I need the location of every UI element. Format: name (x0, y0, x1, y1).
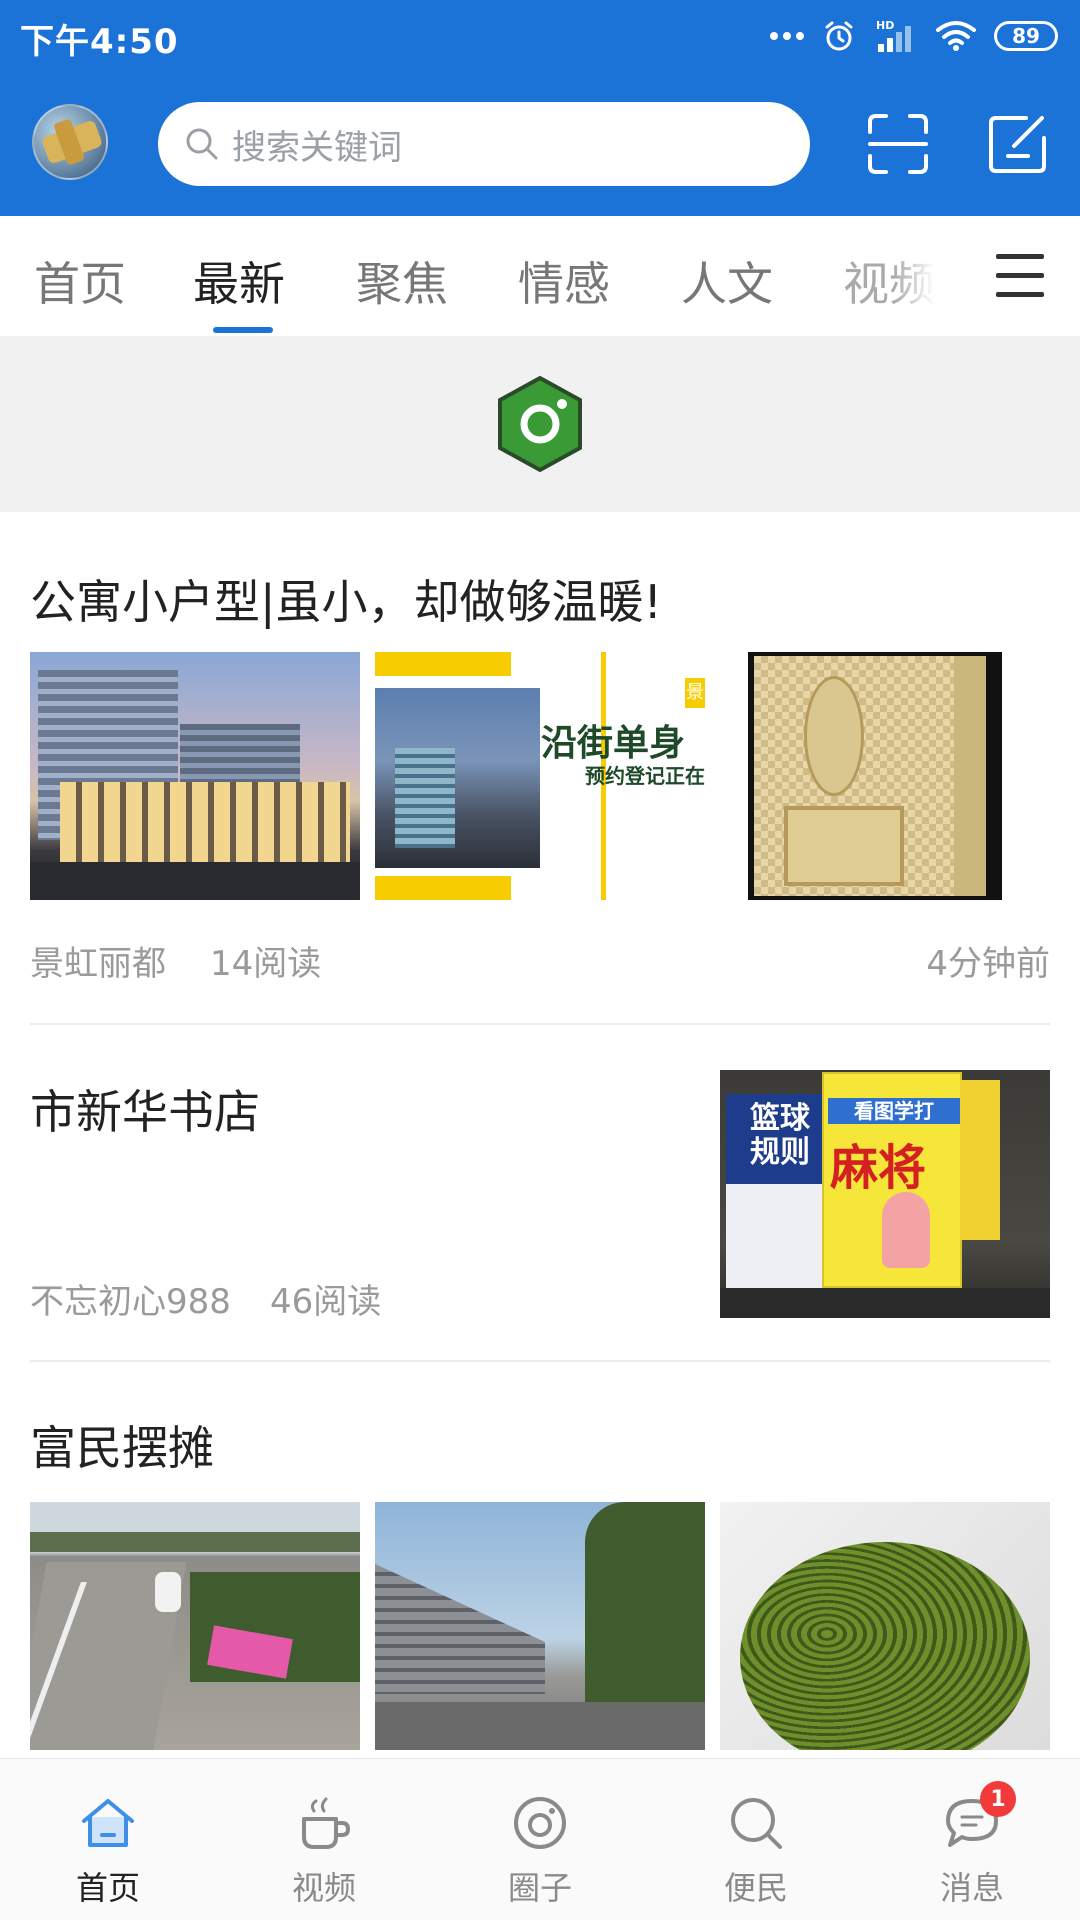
post-read-count: 46阅读 (270, 1282, 382, 1322)
status-icons: HD 89 (770, 14, 1058, 58)
poster-band-bottom (375, 876, 511, 900)
street-buildings (375, 1564, 545, 1694)
tab-home[interactable]: 首页 (34, 248, 126, 314)
book-2-title: 麻将 (830, 1140, 927, 1196)
menu-icon[interactable] (996, 254, 1044, 298)
stall-bag (155, 1572, 181, 1612)
nav-circle-label: 圈子 (507, 1869, 572, 1907)
street-trees (585, 1502, 705, 1702)
floorplan-table (804, 676, 864, 796)
nav-messages[interactable]: 1 消息 (864, 1759, 1080, 1920)
poster-photo (375, 688, 540, 868)
post-image-building[interactable] (30, 652, 360, 900)
street (30, 862, 360, 900)
app-screen: 下午4:50 HD 89 搜索关键词 首页 最新 聚焦 情感 人文 视频 公寓小… (0, 0, 1080, 1920)
stall-trees (30, 1532, 360, 1552)
home-icon (82, 1799, 134, 1847)
poster-headline: 沿街单身 (541, 723, 686, 764)
category-tabs: 首页 最新 聚焦 情感 人文 视频 (0, 216, 1080, 336)
floorplan-tiles (754, 656, 986, 896)
book-1-title: 篮球规则 (750, 1101, 810, 1170)
tab-video[interactable]: 视频 (843, 248, 935, 314)
street-road (375, 1702, 705, 1750)
refresh-logo-icon (498, 375, 582, 473)
more-dots-icon (770, 32, 804, 40)
post-title[interactable]: 市新华书店 (30, 1076, 260, 1142)
post-title[interactable]: 富民摆摊 (30, 1412, 214, 1478)
status-time: 下午4:50 (20, 22, 179, 62)
nav-video-label: 视频 (291, 1869, 356, 1907)
poster-subline: 预约登记正在 (585, 764, 705, 788)
tab-culture[interactable]: 人文 (681, 248, 773, 314)
nav-home-label: 首页 (75, 1869, 140, 1907)
post-image-street-stall[interactable] (30, 1502, 360, 1750)
signal-icon: HD (876, 19, 911, 52)
post-title[interactable]: 公寓小户型|虽小，却做够温暖! (30, 566, 662, 632)
network-label: HD (876, 19, 894, 32)
scan-icon[interactable] (866, 112, 930, 176)
post-image-edamame[interactable] (720, 1502, 1050, 1750)
post-read-count: 14阅读 (210, 944, 322, 984)
post-author[interactable]: 不忘初心988 (30, 1274, 231, 1323)
top-header: 下午4:50 HD 89 搜索关键词 (0, 0, 1080, 216)
tab-focus[interactable]: 聚焦 (356, 248, 448, 314)
post-image-street-view[interactable] (375, 1502, 705, 1750)
alarm-icon (825, 21, 853, 51)
active-tab-indicator (213, 327, 273, 333)
search-icon (186, 128, 218, 160)
status-bar: 下午4:50 HD 89 (0, 0, 1080, 72)
circle-icon (514, 1797, 566, 1849)
tab-emotion[interactable]: 情感 (518, 248, 610, 314)
unread-badge: 1 (980, 1781, 1016, 1817)
nav-convenience-label: 便民 (723, 1869, 788, 1907)
nav-convenience[interactable]: 便民 (648, 1759, 864, 1920)
search-placeholder: 搜索关键词 (232, 127, 402, 168)
poster-photo-tower (395, 748, 455, 848)
building-podium (60, 782, 350, 862)
wifi-icon (936, 21, 976, 51)
search-icon (731, 1798, 782, 1849)
divider (30, 1360, 1050, 1362)
floorplan-wall (954, 656, 986, 896)
post-image-poster[interactable]: 景 沿街单身 预约登记正在 (375, 652, 705, 900)
edit-icon[interactable] (986, 112, 1050, 176)
book-3 (960, 1080, 1000, 1240)
post-author[interactable]: 景虹丽都 (30, 936, 166, 985)
floorplan-frame (748, 652, 1002, 900)
search-bar[interactable]: 搜索关键词 (158, 102, 810, 186)
poster-band-top (375, 652, 511, 676)
post-image-floorplan[interactable] (720, 652, 1050, 900)
post-image-books[interactable]: 篮球规则 看图学打 麻将 (720, 1070, 1050, 1318)
book-1: 篮球规则 (726, 1094, 836, 1294)
book-2-header: 看图学打 (828, 1098, 960, 1124)
shelf (720, 1288, 1050, 1318)
nav-circle[interactable]: 圈子 (432, 1759, 648, 1920)
nav-home[interactable]: 首页 (0, 1759, 216, 1920)
book-2: 看图学打 麻将 (822, 1072, 962, 1288)
poster-tag: 景 (685, 678, 705, 708)
edamame-pile (740, 1542, 1030, 1750)
floorplan-sofa (784, 806, 904, 886)
battery-indicator: 89 (994, 21, 1058, 51)
bottom-navigation: 首页 视频 圈子 便民 1 消息 (0, 1758, 1080, 1920)
post-time: 4分钟前 (926, 944, 1050, 984)
refresh-banner (0, 336, 1080, 512)
book-2-figure (882, 1192, 930, 1268)
tab-latest[interactable]: 最新 (193, 248, 285, 314)
coffee-cup-icon (302, 1797, 351, 1849)
divider (30, 1023, 1050, 1025)
user-avatar[interactable] (32, 104, 108, 180)
nav-video[interactable]: 视频 (216, 1759, 432, 1920)
nav-messages-label: 消息 (939, 1869, 1004, 1907)
